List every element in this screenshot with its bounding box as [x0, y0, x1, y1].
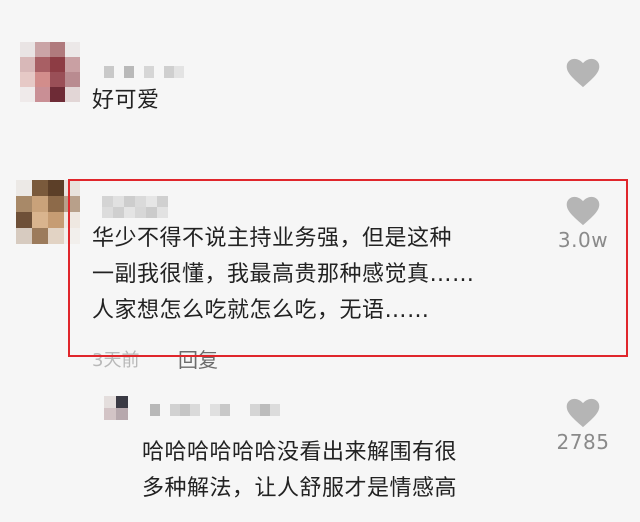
heart-icon — [566, 58, 600, 88]
highlight-box — [68, 179, 628, 357]
avatar[interactable] — [20, 42, 80, 102]
reply-text-line: 哈哈哈哈哈哈没看出来解围有很 — [142, 440, 458, 465]
username[interactable] — [104, 66, 184, 78]
comment-text: 好可爱 — [92, 88, 160, 113]
reply-text-line: 多种解法，让人舒服才是情感高 — [142, 476, 458, 501]
heart-icon — [566, 398, 600, 428]
like-count: 2785 — [556, 430, 610, 454]
like-button[interactable] — [566, 58, 600, 88]
comment-section: 好可爱 华少不得不说主持业务强，但是这种 一副我很懂，我最高贵那种感觉真…… 人… — [0, 0, 640, 522]
avatar[interactable] — [104, 396, 128, 420]
username[interactable] — [150, 404, 290, 416]
like-button[interactable]: 2785 — [552, 398, 614, 454]
